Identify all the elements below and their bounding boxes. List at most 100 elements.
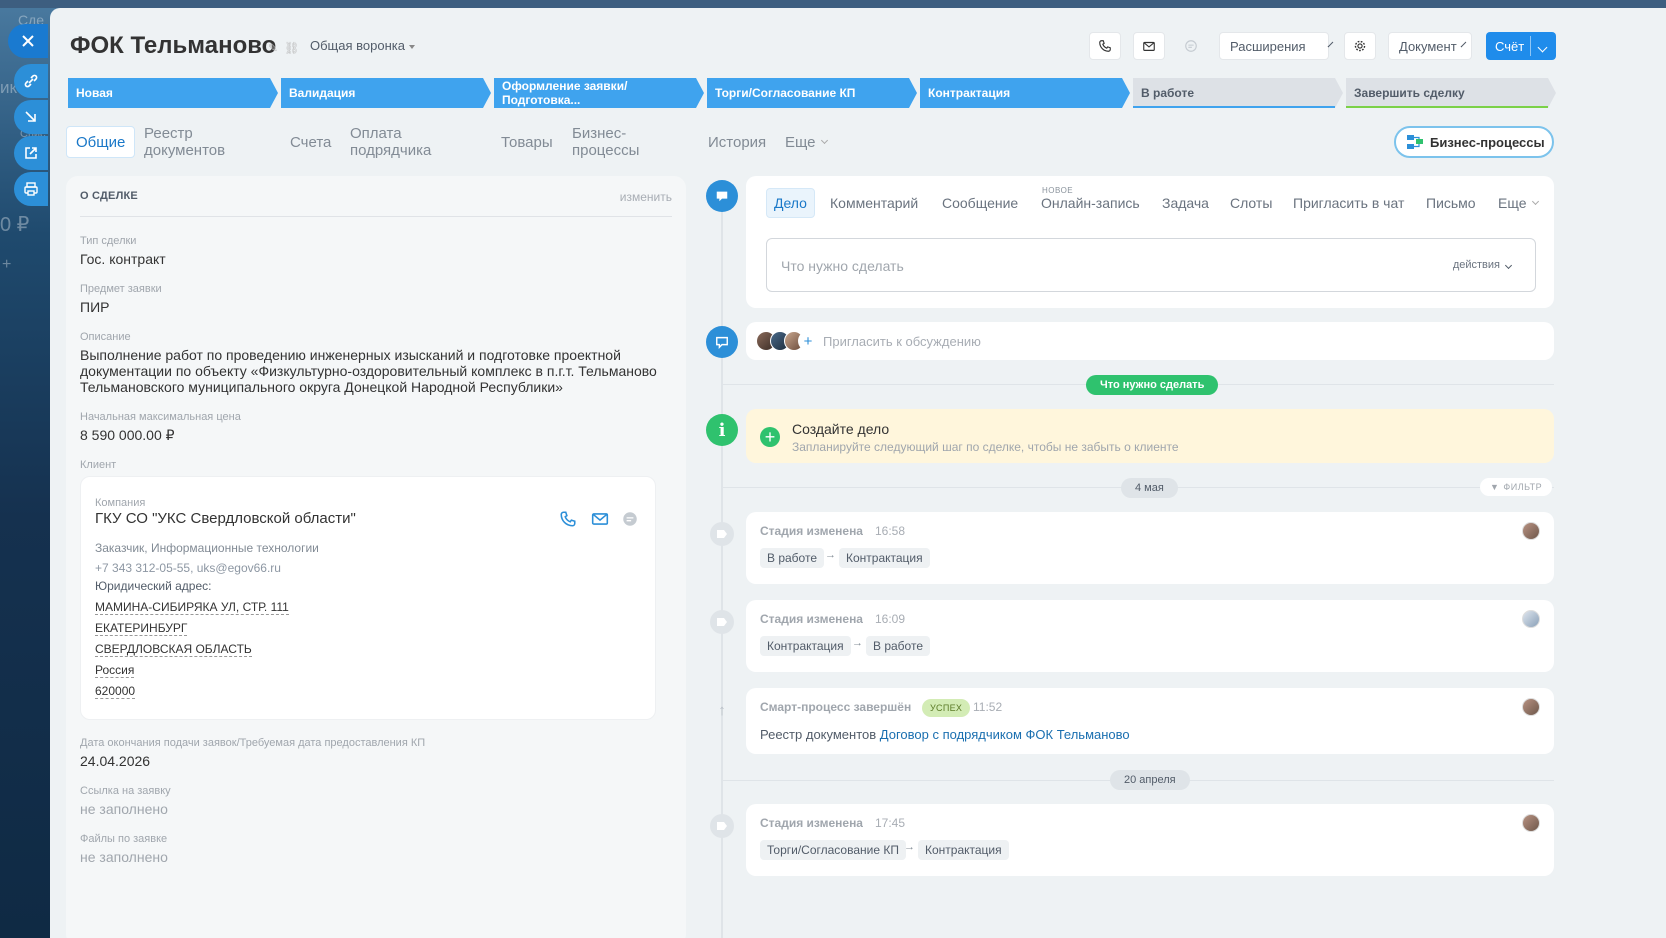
arrow-right-icon: → xyxy=(904,841,915,853)
pencil-icon[interactable]: ✎ xyxy=(268,41,284,55)
composer-tab-label: Онлайн-запись xyxy=(1041,195,1140,211)
external-link-icon xyxy=(25,147,37,159)
address-line[interactable]: МАМИНА-СИБИРЯКА УЛ, СТР. 111 xyxy=(95,600,289,615)
tab-documents-registry[interactable]: Реестр документов xyxy=(135,125,234,159)
link-icon xyxy=(24,74,38,88)
invoice-button[interactable]: Счёт xyxy=(1486,32,1556,60)
composer-tab-label: Еще xyxy=(1498,195,1527,211)
tab-general[interactable]: Общие xyxy=(66,126,136,158)
todo-input[interactable]: Что нужно сделать действия xyxy=(766,238,1536,292)
chain-link-icon[interactable]: ⛓ xyxy=(284,41,305,55)
composer-tab-message[interactable]: Сообщение xyxy=(935,188,1025,218)
composer-tab-task[interactable]: Дело xyxy=(766,188,815,218)
composer-tab-slots[interactable]: Слоты xyxy=(1223,188,1279,218)
tab-history[interactable]: История xyxy=(699,126,775,158)
address-line[interactable]: Россия xyxy=(95,663,135,678)
stage-contracting[interactable]: Контрактация xyxy=(920,78,1130,108)
stage-finish-deal[interactable]: Завершить сделку xyxy=(1346,78,1556,108)
client-call-button[interactable] xyxy=(559,510,577,528)
stage-in-progress[interactable]: В работе xyxy=(1133,78,1343,108)
company-name[interactable]: ГКУ СО "УКС Свердловской области" xyxy=(95,510,356,527)
chat-button[interactable] xyxy=(1175,32,1207,60)
avatar[interactable] xyxy=(1522,814,1540,832)
chat-bubble-icon xyxy=(623,512,637,526)
timeline-activity-marker xyxy=(706,180,738,212)
company-tags: Заказчик, Информационные технологии xyxy=(95,541,319,555)
plus-icon[interactable]: + xyxy=(760,427,780,447)
funnel-label: Общая воронка xyxy=(310,38,405,53)
stage-tenders[interactable]: Торги/Согласование КП xyxy=(707,78,917,108)
stage-label: Торги/Согласование КП xyxy=(715,86,856,100)
company-label: Компания xyxy=(95,497,146,509)
client-chat-button[interactable] xyxy=(621,510,639,528)
field-label: Описание xyxy=(80,331,131,343)
tab-business-processes[interactable]: Бизнес-процессы xyxy=(563,125,648,159)
stage-application[interactable]: Оформление заявки/Подготовка... xyxy=(494,78,704,108)
composer-tab-more[interactable]: Еще xyxy=(1491,188,1545,218)
actions-dropdown[interactable]: действия xyxy=(1452,259,1513,271)
tab-invoices[interactable]: Счета xyxy=(281,126,340,158)
actions-label: действия xyxy=(1452,259,1500,271)
invite-discussion-bar[interactable]: + Пригласить к обсуждению xyxy=(746,322,1554,360)
composer-tab-todo[interactable]: Задача xyxy=(1155,188,1216,218)
composer-tab-comment[interactable]: Комментарий xyxy=(823,188,925,218)
add-participant-icon[interactable]: + xyxy=(798,331,818,351)
client-email-button[interactable] xyxy=(591,510,609,528)
stage-validation[interactable]: Валидация xyxy=(281,78,491,108)
avatar[interactable] xyxy=(1522,522,1540,540)
create-task-hint[interactable]: + Создайте дело Запланируйте следующий ш… xyxy=(746,409,1554,463)
timeline-filter-button[interactable]: ▼ ФИЛЬТР xyxy=(1480,478,1553,496)
business-processes-label: Бизнес-процессы xyxy=(1430,134,1545,150)
email-button[interactable] xyxy=(1133,32,1165,60)
composer-tab-email[interactable]: Письмо xyxy=(1419,188,1483,218)
avatar[interactable] xyxy=(1522,698,1540,716)
business-process-icon xyxy=(1407,135,1423,149)
address-label: Юридический адрес: xyxy=(95,579,212,593)
business-processes-button[interactable]: Бизнес-процессы xyxy=(1394,126,1554,158)
tab-contractor-payment[interactable]: Оплата подрядчика xyxy=(341,125,440,159)
document-dropdown[interactable]: Документ xyxy=(1388,32,1472,60)
composer-tab-online-booking[interactable]: НОВОЕ Онлайн-запись xyxy=(1034,186,1147,218)
close-slider-button[interactable] xyxy=(8,24,48,58)
chevron-down-icon xyxy=(820,136,828,145)
arrow-up-icon: ↑ xyxy=(718,701,726,719)
chevron-down-icon[interactable] xyxy=(1537,42,1548,53)
page-title: ФОК Тельманово xyxy=(70,32,277,59)
stage-chip-from: В работе xyxy=(760,548,825,568)
address-line[interactable]: ЕКАТЕРИНБУРГ xyxy=(95,621,188,636)
company-contacts[interactable]: +7 343 312-05-55, uks@egov66.ru xyxy=(95,561,281,575)
stage-label: Оформление заявки/Подготовка... xyxy=(502,79,628,107)
stage-new[interactable]: Новая xyxy=(68,78,278,108)
address-line[interactable]: СВЕРДЛОВСКАЯ ОБЛАСТЬ xyxy=(95,642,252,657)
composer-tab-invite-chat[interactable]: Пригласить в чат xyxy=(1286,188,1411,218)
funnel-selector[interactable]: Общая воронка xyxy=(310,38,415,53)
avatar[interactable] xyxy=(1522,610,1540,628)
address-line[interactable]: 620000 xyxy=(95,684,136,699)
printer-icon xyxy=(24,182,38,196)
field-label: Клиент xyxy=(80,459,117,471)
field-label: Файлы по заявке xyxy=(80,833,168,845)
chat-bubble-icon xyxy=(1185,40,1197,52)
call-button[interactable] xyxy=(1089,32,1121,60)
minimize-button[interactable] xyxy=(14,100,48,134)
stage-chip-from: Контрактация xyxy=(760,636,851,656)
settings-button[interactable] xyxy=(1344,32,1376,60)
timeline-comment-marker xyxy=(706,326,738,358)
copy-link-button[interactable] xyxy=(14,64,48,98)
todo-placeholder: Что нужно сделать xyxy=(781,258,904,274)
print-button[interactable] xyxy=(14,172,48,206)
stage-label: Контрактация xyxy=(928,86,1011,100)
chevron-down-icon xyxy=(1327,41,1333,47)
close-icon xyxy=(22,35,34,47)
filter-icon: ▼ xyxy=(1490,482,1500,492)
edit-link[interactable]: изменить xyxy=(620,190,672,204)
extensions-dropdown[interactable]: Расширения xyxy=(1219,32,1333,60)
event-link[interactable]: Договор с подрядчиком ФОК Тельманово xyxy=(880,727,1130,742)
open-new-window-button[interactable] xyxy=(14,136,48,170)
field-label: Тип сделки xyxy=(80,235,137,247)
stage-chip-to: Контрактация xyxy=(839,548,930,568)
tab-more[interactable]: Еще xyxy=(776,126,836,158)
field-value-files: не заполнено xyxy=(80,849,168,865)
tab-products[interactable]: Товары xyxy=(492,126,562,158)
stage-label: Валидация xyxy=(289,86,356,100)
